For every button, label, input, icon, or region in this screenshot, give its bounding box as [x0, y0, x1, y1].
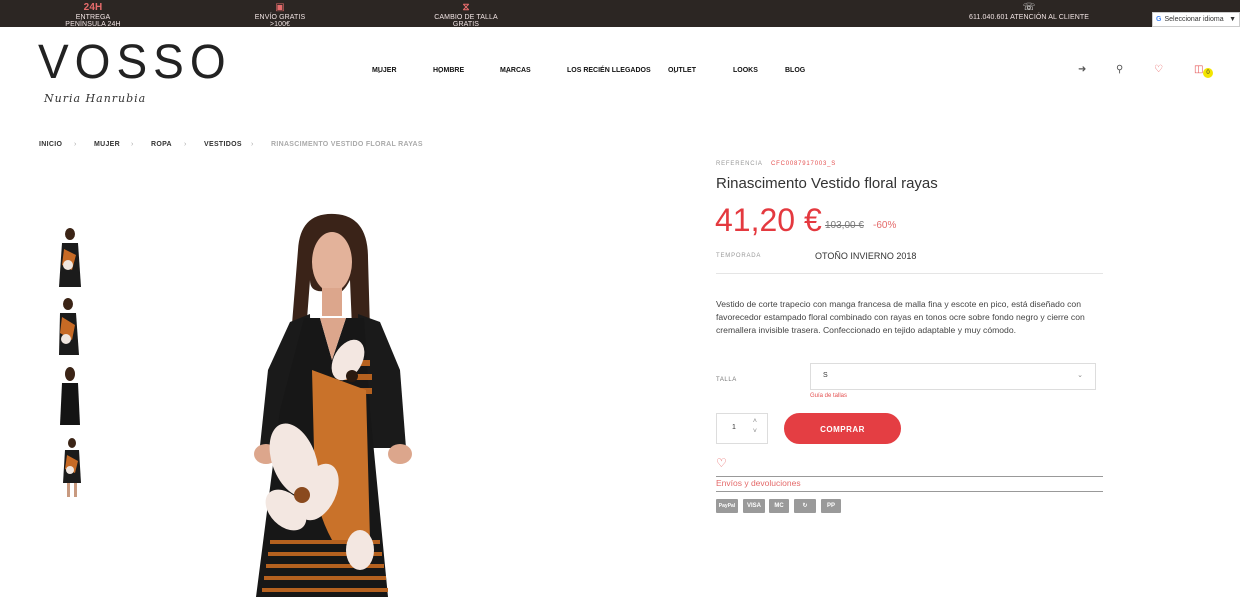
old-price: 103,00 €: [825, 220, 864, 231]
breadcrumb-separator: ›: [251, 141, 254, 148]
product-main-image[interactable]: [240, 210, 430, 597]
quantity-stepper[interactable]: 1 ˄ ˅: [716, 413, 768, 444]
chevron-down-icon: ⌄: [376, 68, 382, 75]
breadcrumb-separator: ›: [184, 141, 187, 148]
divider: [716, 273, 1103, 274]
thumbnail-1[interactable]: [50, 225, 90, 291]
visa-icon: VISA: [743, 499, 765, 513]
quantity-up-icon[interactable]: ˄: [753, 418, 757, 425]
google-icon: G: [1156, 16, 1162, 23]
delivery-text: ENTREGA PENÍNSULA 24H: [65, 14, 121, 28]
chevron-down-icon: ⌄: [672, 68, 678, 75]
size-label: TALLA: [716, 377, 737, 383]
chevron-down-icon: ⌄: [437, 68, 443, 75]
breadcrumb-separator: ›: [131, 141, 134, 148]
shipping-returns-link[interactable]: Envíos y devoluciones: [716, 478, 801, 488]
cart-count-badge: 0: [1203, 68, 1213, 78]
transfer-icon: ↻: [794, 499, 816, 513]
chevron-down-icon: ▼: [1229, 16, 1236, 23]
season-label: TEMPORADA: [716, 253, 762, 259]
language-label: Seleccionar idioma: [1164, 16, 1224, 23]
logo-signature: Nuria Hanrubia: [44, 92, 147, 105]
customer-service-info[interactable]: ☏ 611.040.601 ATENCIÓN AL CLIENTE: [968, 2, 1090, 21]
quantity-value: 1: [732, 424, 736, 431]
divider: [716, 491, 1103, 492]
reference-value: CFC0087917003_S: [771, 161, 837, 167]
breadcrumb-inicio[interactable]: INICIO: [39, 141, 62, 148]
heart-icon[interactable]: ♡: [1154, 64, 1163, 75]
reference-label: REFERENCIA: [716, 161, 763, 167]
season-value: OTOÑO INVIERNO 2018: [815, 251, 917, 261]
delivery-info: 24H ENTREGA PENÍNSULA 24H: [56, 2, 130, 28]
size-exchange-text: CAMBIO DE TALLA GRATIS: [434, 14, 498, 28]
language-selector[interactable]: G Seleccionar idioma ▼: [1152, 12, 1240, 27]
mastercard-icon: MC: [769, 499, 789, 513]
thumbnail-4[interactable]: [50, 435, 90, 501]
thumbnail-2[interactable]: [50, 295, 90, 361]
breadcrumb-vestidos[interactable]: VESTIDOS: [204, 141, 242, 148]
exchange-icon: ⧖: [462, 2, 470, 13]
size-exchange-info: ⧖ CAMBIO DE TALLA GRATIS: [427, 2, 505, 28]
size-selected-value: S: [823, 372, 828, 379]
logo[interactable]: VOSSO Nuria Hanrubia: [38, 33, 232, 105]
breadcrumb-current: RINASCIMENTO VESTIDO FLORAL RAYAS: [271, 141, 423, 148]
paypal-icon: PayPal: [716, 499, 738, 513]
thumbnail-3[interactable]: [50, 365, 90, 431]
breadcrumb-mujer[interactable]: MUJER: [94, 141, 120, 148]
logo-brand: VOSSO: [38, 33, 232, 89]
size-select[interactable]: S ⌄: [810, 363, 1096, 390]
customer-service-text: 611.040.601 ATENCIÓN AL CLIENTE: [968, 14, 1090, 21]
login-icon[interactable]: ➜: [1078, 64, 1086, 75]
breadcrumb-separator: ›: [74, 141, 77, 148]
chevron-down-icon: ⌄: [1077, 372, 1083, 379]
free-shipping-text: ENVÍO GRATIS >100€: [254, 14, 306, 28]
size-guide-link[interactable]: Guía de tallas: [810, 393, 847, 399]
product-price: 41,20 €: [715, 202, 822, 238]
divider: [716, 476, 1103, 477]
chevron-down-icon: ⌄: [504, 68, 510, 75]
product-description: Vestido de corte trapecio con manga fran…: [716, 299, 1085, 335]
buy-button[interactable]: COMPRAR: [784, 413, 901, 444]
discount-badge: -60%: [873, 220, 897, 231]
add-to-wishlist-icon[interactable]: ♡: [716, 456, 727, 470]
product-title: Rinascimento Vestido floral rayas: [716, 175, 938, 192]
quantity-down-icon[interactable]: ˅: [753, 428, 757, 435]
top-bar: 24H ENTREGA PENÍNSULA 24H ▣ ENVÍO GRATIS…: [0, 0, 1240, 28]
whatsapp-icon: ☏: [1022, 2, 1036, 13]
free-shipping-info: ▣ ENVÍO GRATIS >100€: [248, 2, 312, 28]
truck-24h-icon: 24H: [83, 2, 103, 13]
gift-icon: ▣: [275, 2, 285, 13]
breadcrumb-ropa[interactable]: ROPA: [151, 141, 172, 148]
search-icon[interactable]: ⚲: [1116, 64, 1123, 75]
pickup-icon: PP: [821, 499, 841, 513]
